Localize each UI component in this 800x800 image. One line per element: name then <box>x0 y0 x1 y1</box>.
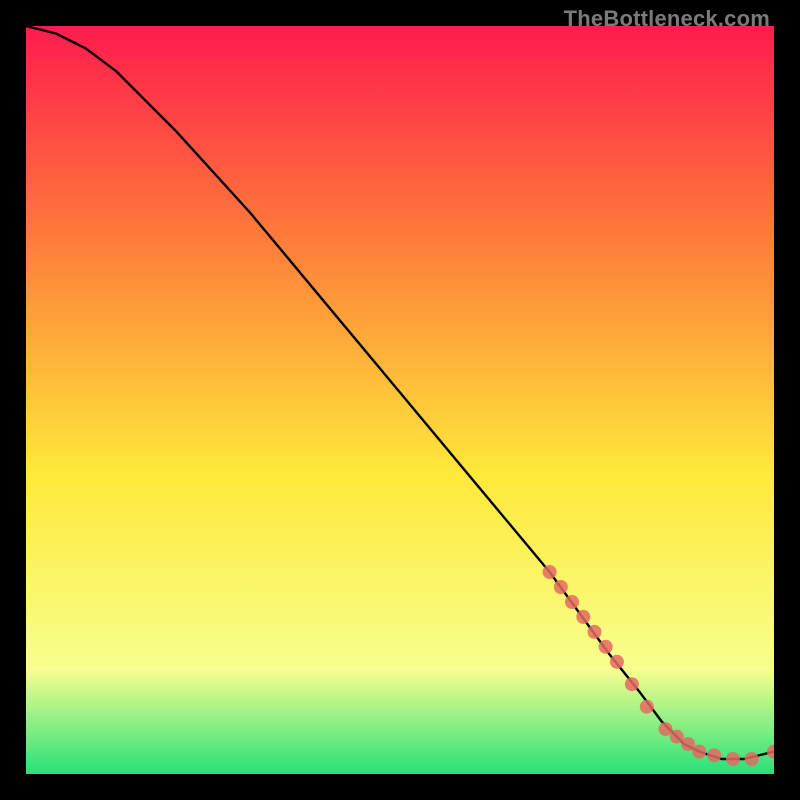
data-marker <box>625 677 639 691</box>
data-marker <box>543 565 557 579</box>
data-marker <box>554 580 568 594</box>
data-marker <box>707 748 721 762</box>
data-marker <box>599 640 613 654</box>
chart-canvas <box>26 26 774 774</box>
gradient-background <box>26 26 774 774</box>
data-marker <box>640 700 654 714</box>
data-marker <box>726 752 740 766</box>
chart-frame: TheBottleneck.com <box>0 0 800 800</box>
data-marker <box>576 610 590 624</box>
data-marker <box>692 745 706 759</box>
data-marker <box>745 752 759 766</box>
data-marker <box>610 655 624 669</box>
data-marker <box>565 595 579 609</box>
data-marker <box>588 625 602 639</box>
